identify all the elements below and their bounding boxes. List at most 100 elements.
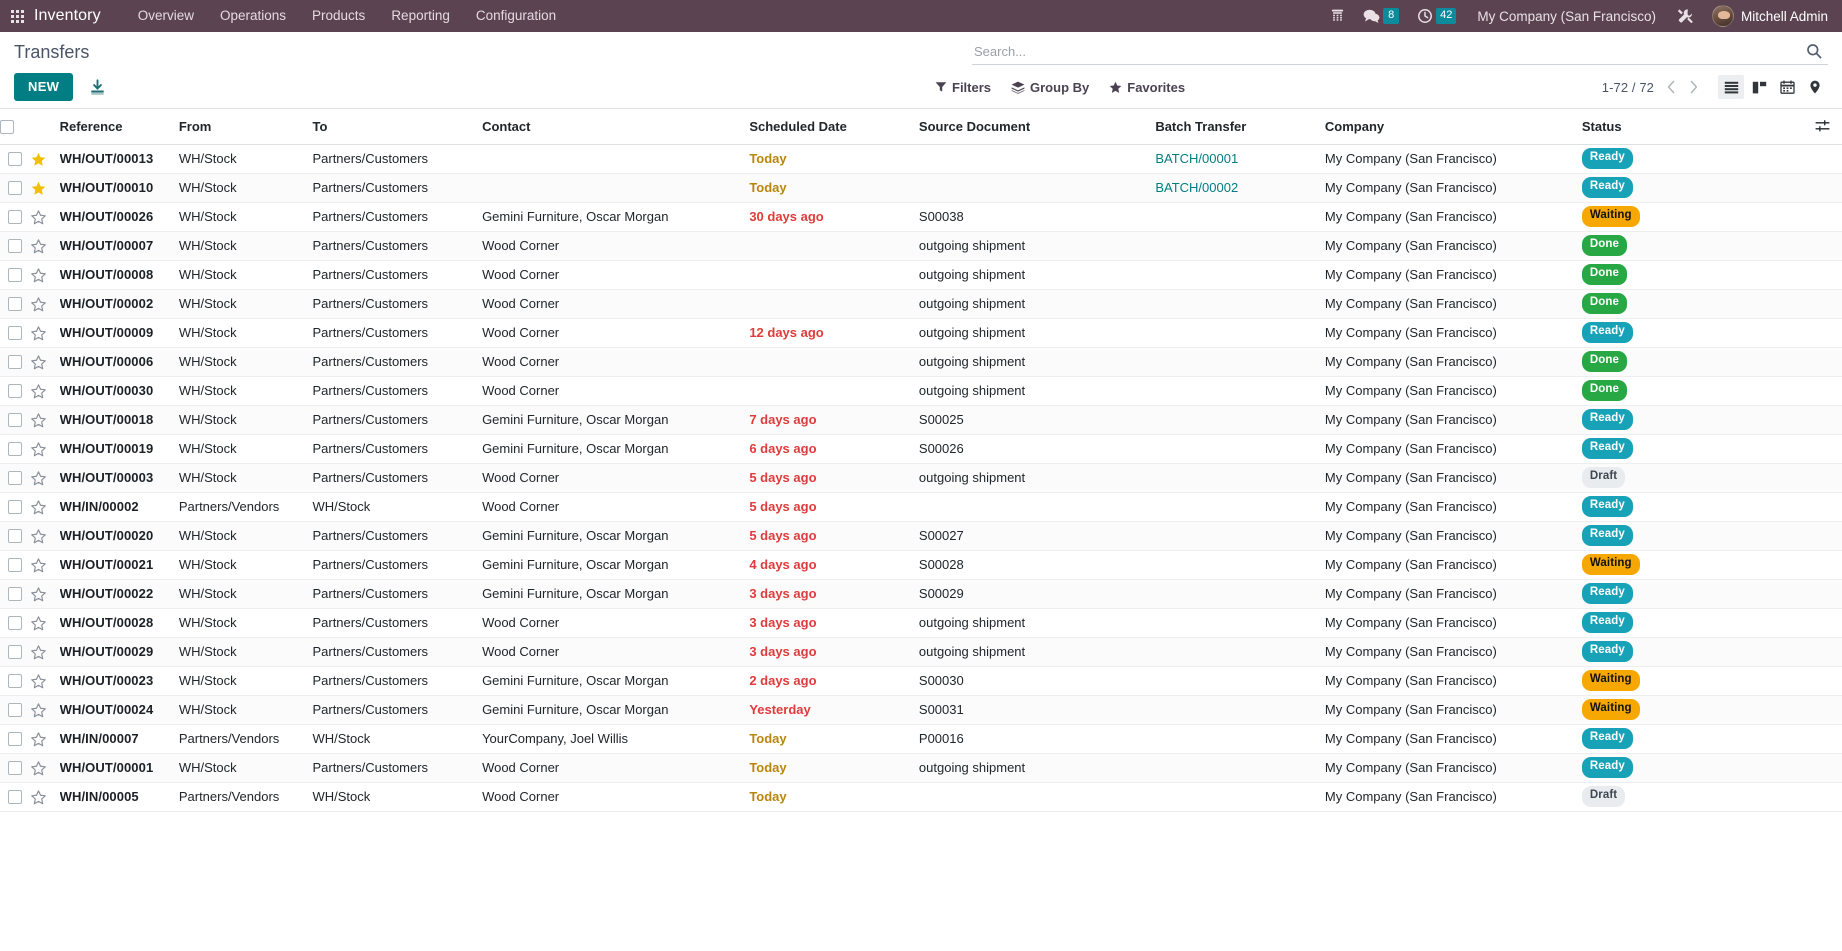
row-checkbox[interactable]	[8, 152, 23, 167]
star-outline-icon[interactable]	[30, 789, 46, 805]
export-download-icon[interactable]	[89, 78, 106, 96]
messages-systray[interactable]: 8	[1354, 0, 1408, 32]
cell-reference[interactable]: WH/OUT/00006	[59, 347, 179, 377]
search-input[interactable]	[972, 39, 1800, 63]
apps-grid-icon[interactable]	[0, 0, 34, 32]
star-filled-icon[interactable]	[31, 181, 46, 196]
chevron-right-icon[interactable]	[1682, 75, 1704, 99]
table-row[interactable]: WH/OUT/00030 WH/Stock Partners/Customers Wo…	[0, 376, 1842, 406]
table-row[interactable]: WH/OUT/00023 WH/Stock Partners/Customers Ge…	[0, 666, 1842, 696]
chevron-left-icon[interactable]	[1660, 75, 1682, 99]
star-outline-icon[interactable]	[30, 702, 46, 718]
filters-dropdown[interactable]: Filters	[925, 76, 1001, 99]
search-icon[interactable]	[1800, 43, 1822, 59]
cell-reference[interactable]: WH/OUT/00007	[59, 231, 179, 261]
row-checkbox[interactable]	[8, 558, 23, 573]
table-row[interactable]: WH/OUT/00021 WH/Stock Partners/Customers Ge…	[0, 550, 1842, 580]
menu-reporting[interactable]: Reporting	[378, 0, 463, 32]
table-row[interactable]: WH/OUT/00028 WH/Stock Partners/Customers Wo…	[0, 608, 1842, 638]
cell-reference[interactable]: WH/IN/00002	[59, 492, 179, 522]
column-header-batch-transfer[interactable]: Batch Transfer	[1155, 109, 1325, 145]
cell-reference[interactable]: WH/OUT/00018	[59, 405, 179, 435]
table-row[interactable]: WH/OUT/00022 WH/Stock Partners/Customers Ge…	[0, 579, 1842, 609]
star-outline-icon[interactable]	[30, 586, 46, 602]
sliders-icon[interactable]	[1815, 119, 1830, 134]
column-header-source-document[interactable]: Source Document	[918, 109, 1156, 145]
column-header-scheduled-date[interactable]: Scheduled Date	[749, 109, 919, 145]
new-button[interactable]: NEW	[14, 73, 74, 101]
company-switcher[interactable]: My Company (San Francisco)	[1465, 9, 1668, 24]
cell-reference[interactable]: WH/OUT/00030	[59, 376, 179, 406]
cell-reference[interactable]: WH/OUT/00019	[59, 434, 179, 464]
row-checkbox[interactable]	[8, 239, 23, 254]
row-checkbox[interactable]	[8, 384, 23, 399]
row-checkbox[interactable]	[8, 181, 23, 196]
star-outline-icon[interactable]	[30, 383, 46, 399]
cell-reference[interactable]: WH/OUT/00003	[59, 463, 179, 493]
table-row[interactable]: WH/OUT/00026 WH/Stock Partners/Customers Ge…	[0, 202, 1842, 232]
star-outline-icon[interactable]	[30, 528, 46, 544]
row-checkbox[interactable]	[8, 732, 23, 747]
star-outline-icon[interactable]	[30, 673, 46, 689]
ip-phone-icon[interactable]	[1321, 0, 1354, 32]
table-row[interactable]: WH/OUT/00020 WH/Stock Partners/Customers Ge…	[0, 521, 1842, 551]
batch-transfer-link[interactable]: BATCH/00001	[1155, 151, 1238, 166]
map-pin-view-icon[interactable]	[1802, 75, 1828, 99]
menu-products[interactable]: Products	[299, 0, 378, 32]
table-row[interactable]: WH/OUT/00024 WH/Stock Partners/Customers Ge…	[0, 695, 1842, 725]
star-outline-icon[interactable]	[30, 238, 46, 254]
table-row[interactable]: WH/IN/00007 Partners/Vendors WH/Stock YourC…	[0, 724, 1842, 754]
star-outline-icon[interactable]	[30, 760, 46, 776]
row-checkbox[interactable]	[8, 210, 23, 225]
row-checkbox[interactable]	[8, 442, 23, 457]
row-checkbox[interactable]	[8, 500, 23, 515]
row-checkbox[interactable]	[8, 268, 23, 283]
cell-reference[interactable]: WH/OUT/00002	[59, 289, 179, 319]
cell-reference[interactable]: WH/OUT/00009	[59, 318, 179, 348]
column-header-contact[interactable]: Contact	[482, 109, 750, 145]
menu-overview[interactable]: Overview	[125, 0, 207, 32]
row-checkbox[interactable]	[8, 761, 23, 776]
column-header-from[interactable]: From	[178, 109, 313, 145]
star-outline-icon[interactable]	[30, 441, 46, 457]
cell-reference[interactable]: WH/OUT/00020	[59, 521, 179, 551]
table-row[interactable]: WH/OUT/00009 WH/Stock Partners/Customers Wo…	[0, 318, 1842, 348]
table-row[interactable]: WH/OUT/00003 WH/Stock Partners/Customers Wo…	[0, 463, 1842, 493]
cell-reference[interactable]: WH/IN/00005	[59, 782, 179, 812]
cell-reference[interactable]: WH/OUT/00024	[59, 695, 179, 725]
table-row[interactable]: WH/OUT/00018 WH/Stock Partners/Customers Ge…	[0, 405, 1842, 435]
cell-reference[interactable]: WH/OUT/00028	[59, 608, 179, 638]
select-all-checkbox[interactable]	[0, 120, 14, 135]
star-outline-icon[interactable]	[30, 296, 46, 312]
cell-reference[interactable]: WH/OUT/00026	[59, 202, 179, 232]
row-checkbox[interactable]	[8, 587, 23, 602]
user-menu[interactable]: Mitchell Admin	[1703, 0, 1832, 32]
app-brand-inventory[interactable]: Inventory	[34, 7, 107, 25]
table-row[interactable]: WH/OUT/00001 WH/Stock Partners/Customers Wo…	[0, 753, 1842, 783]
table-row[interactable]: WH/OUT/00006 WH/Stock Partners/Customers Wo…	[0, 347, 1842, 377]
row-checkbox[interactable]	[8, 703, 23, 718]
table-row[interactable]: WH/OUT/00002 WH/Stock Partners/Customers Wo…	[0, 289, 1842, 319]
star-outline-icon[interactable]	[30, 412, 46, 428]
cell-reference[interactable]: WH/OUT/00001	[59, 753, 179, 783]
menu-operations[interactable]: Operations	[207, 0, 299, 32]
star-outline-icon[interactable]	[30, 267, 46, 283]
column-header-status[interactable]: Status	[1581, 109, 1842, 145]
star-outline-icon[interactable]	[30, 615, 46, 631]
row-checkbox[interactable]	[8, 471, 23, 486]
pager-range[interactable]: 1-72 / 72	[1602, 80, 1660, 95]
cell-reference[interactable]: WH/OUT/00022	[59, 579, 179, 609]
row-checkbox[interactable]	[8, 529, 23, 544]
table-row[interactable]: WH/OUT/00008 WH/Stock Partners/Customers Wo…	[0, 260, 1842, 290]
column-header-company[interactable]: Company	[1324, 109, 1582, 145]
searchview[interactable]	[972, 38, 1828, 65]
star-outline-icon[interactable]	[30, 499, 46, 515]
groupby-dropdown[interactable]: Group By	[1001, 76, 1099, 99]
menu-configuration[interactable]: Configuration	[463, 0, 569, 32]
column-header-reference[interactable]: Reference	[59, 109, 179, 145]
star-outline-icon[interactable]	[30, 209, 46, 225]
cell-reference[interactable]: WH/OUT/00010	[59, 173, 179, 203]
star-outline-icon[interactable]	[30, 354, 46, 370]
row-checkbox[interactable]	[8, 326, 23, 341]
table-row[interactable]: WH/OUT/00019 WH/Stock Partners/Customers Ge…	[0, 434, 1842, 464]
